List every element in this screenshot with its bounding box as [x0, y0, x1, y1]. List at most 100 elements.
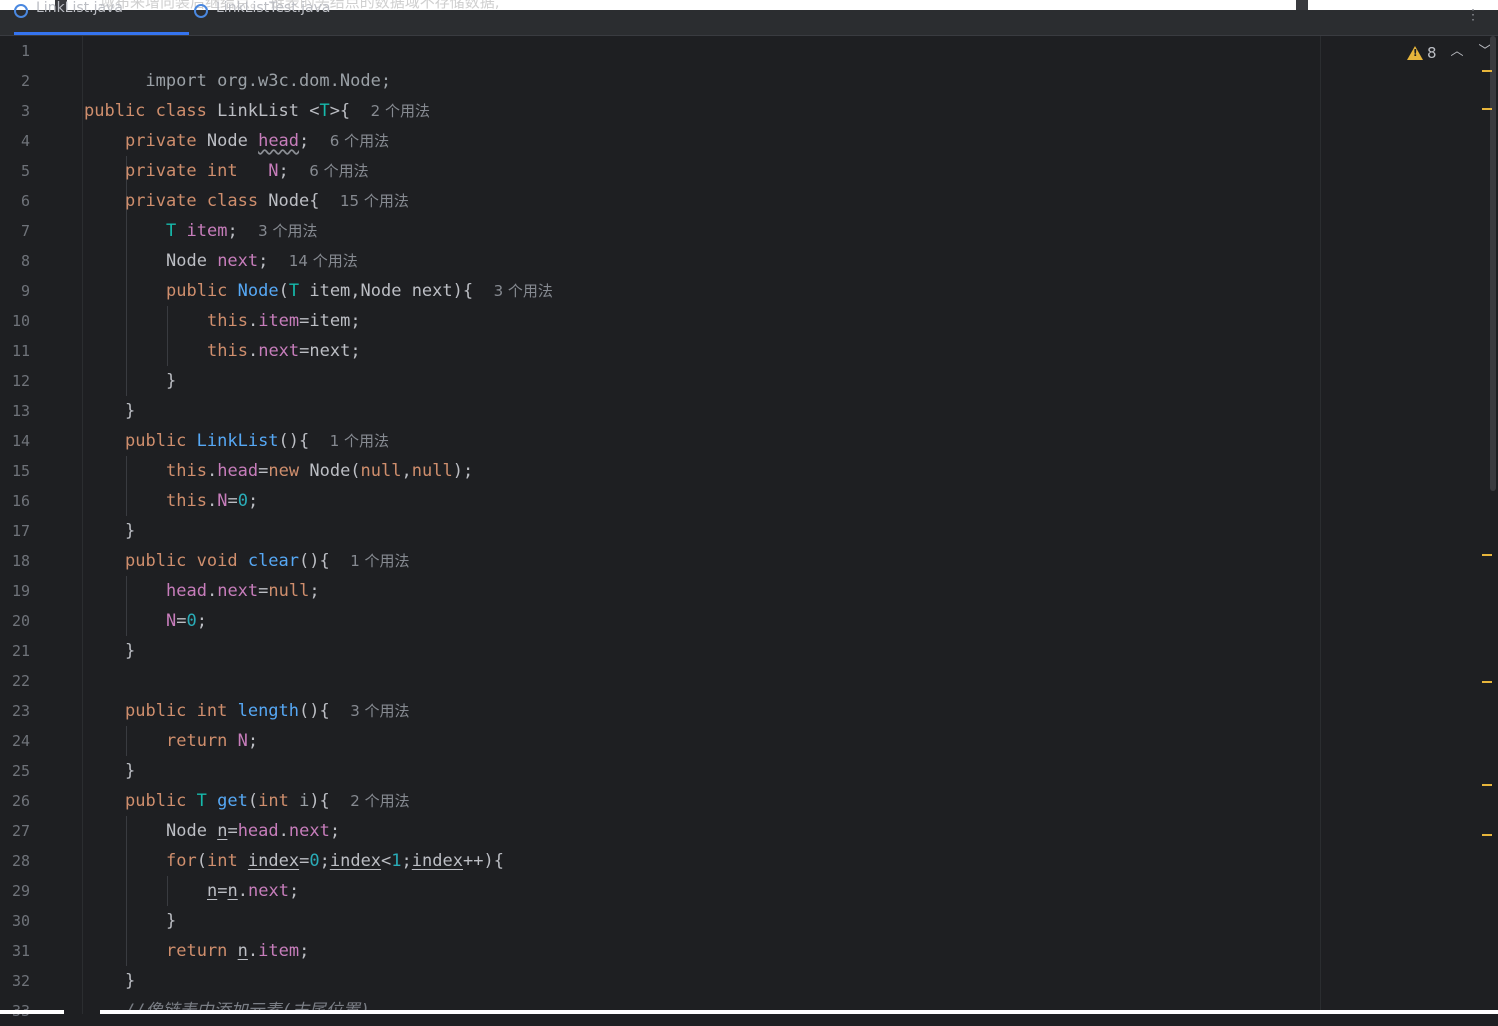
warning-marker[interactable]: [1482, 681, 1492, 683]
warning-count: 8: [1427, 44, 1437, 62]
tab-label: LinkListTest.java: [216, 0, 331, 16]
line-number: 11: [11, 342, 30, 360]
line-number: 23: [11, 702, 30, 720]
line-number: 31: [11, 942, 30, 960]
code-line-4: private Node head; 6 个用法: [125, 131, 390, 151]
line-number: 7: [20, 222, 30, 240]
code-line-13: }: [125, 401, 136, 421]
tab-label: LinkList.java: [36, 0, 123, 16]
line-number: 18: [11, 552, 30, 570]
usage-hint[interactable]: 1 个用法: [330, 432, 389, 450]
line-number: 14: [11, 432, 30, 450]
inspection-widget[interactable]: 8: [1407, 44, 1437, 62]
code-line-26: public T get(int i){ 2 个用法: [125, 791, 410, 811]
code-line-5: private int N; 6 个用法: [125, 161, 369, 181]
java-class-icon: [14, 4, 28, 18]
code-line-21: }: [125, 641, 136, 661]
editor-tab-bar: LinkList.java LinkListTest.java ⋮: [0, 0, 1498, 36]
line-number: 10: [11, 312, 30, 330]
line-number: 30: [11, 912, 30, 930]
line-number: 3: [20, 102, 30, 120]
line-number: 19: [11, 582, 30, 600]
line-number: 1: [20, 42, 30, 60]
usage-hint[interactable]: 14 个用法: [289, 252, 358, 270]
warning-marker[interactable]: [1482, 108, 1492, 110]
warning-marker[interactable]: [1482, 784, 1492, 786]
code-line-10: this.item=item;: [207, 311, 361, 331]
code-line-19: head.next=null;: [166, 581, 320, 601]
line-number: 25: [11, 762, 30, 780]
code-line-11: this.next=next;: [207, 341, 361, 361]
usage-hint[interactable]: 6 个用法: [309, 162, 368, 180]
code-line-7: T item; 3 个用法: [166, 221, 318, 241]
more-options-icon[interactable]: ⋮: [1466, 8, 1480, 22]
code-line-25: }: [125, 761, 136, 781]
code-line-30: }: [166, 911, 177, 931]
line-number: 26: [11, 792, 30, 810]
code-line-1: import org.w3c.dom.Node;: [145, 71, 392, 91]
line-number: 13: [11, 402, 30, 420]
usage-hint[interactable]: 3 个用法: [350, 702, 409, 720]
line-number: 5: [20, 162, 30, 180]
code-line-31: return n.item;: [166, 941, 310, 961]
line-number-gutter: 1 2 3 4 5 6 7 8 9 10 11 12 13 14 15 16 1…: [0, 36, 83, 1020]
warning-marker[interactable]: [1482, 70, 1492, 72]
code-area[interactable]: import org.w3c.dom.Node; public class Li…: [84, 36, 1320, 1014]
code-line-16: this.N=0;: [166, 491, 259, 511]
code-line-14: public LinkList(){ 1 个用法: [125, 431, 390, 451]
line-number: 6: [20, 192, 30, 210]
usage-hint[interactable]: 15 个用法: [340, 192, 409, 210]
editor-right-margin: 8 ︿ ﹀: [1320, 36, 1498, 1014]
indent-guide: [126, 456, 127, 516]
warning-marker[interactable]: [1482, 834, 1492, 836]
code-line-29: n=n.next;: [207, 881, 300, 901]
code-line-27: Node n=head.next;: [166, 821, 341, 841]
indent-guide: [126, 576, 127, 636]
code-line-9: public Node(T item,Node next){ 3 个用法: [166, 281, 553, 301]
chevron-up-icon[interactable]: ︿: [1449, 44, 1465, 60]
bottom-screenshot-edge: [100, 1010, 1498, 1014]
code-line-17: }: [125, 521, 136, 541]
code-editor[interactable]: 1 2 3 4 5 6 7 8 9 10 11 12 13 14 15 16 1…: [0, 36, 1498, 1020]
line-number: 2: [20, 72, 30, 90]
code-line-18: public void clear(){ 1 个用法: [125, 551, 410, 571]
indent-guide: [126, 816, 127, 966]
line-number: 24: [11, 732, 30, 750]
indent-guide: [167, 306, 168, 366]
line-number: 28: [11, 852, 30, 870]
line-number: 15: [11, 462, 30, 480]
line-number: 4: [20, 132, 30, 150]
line-number: 16: [11, 492, 30, 510]
line-number: 32: [11, 972, 30, 990]
vertical-scrollbar[interactable]: [1490, 36, 1496, 491]
line-number: 22: [11, 672, 30, 690]
code-line-15: this.head=new Node(null,null);: [166, 461, 474, 481]
indent-guide: [126, 726, 127, 756]
line-number: 17: [11, 522, 30, 540]
usage-hint[interactable]: 2 个用法: [350, 792, 409, 810]
code-line-28: for(int index=0;index<1;index++){: [166, 851, 504, 871]
line-number: 8: [20, 252, 30, 270]
bottom-screenshot-edge: [0, 1010, 64, 1014]
tab-linklisttest[interactable]: LinkListTest.java: [194, 0, 331, 35]
line-number: 9: [20, 282, 30, 300]
usage-hint[interactable]: 6 个用法: [330, 132, 389, 150]
indent-guide: [167, 876, 168, 906]
line-number: 12: [11, 372, 30, 390]
tab-linklist[interactable]: LinkList.java: [14, 0, 189, 35]
code-line-6: private class Node{ 15 个用法: [125, 191, 409, 211]
usage-hint[interactable]: 3 个用法: [258, 222, 317, 240]
java-class-icon: [194, 4, 208, 18]
line-number: 21: [11, 642, 30, 660]
warning-marker[interactable]: [1482, 554, 1492, 556]
code-line-20: N=0;: [166, 611, 207, 631]
code-line-3: public class LinkList <T>{ 2 个用法: [84, 101, 430, 121]
usage-hint[interactable]: 3 个用法: [494, 282, 553, 300]
usage-hint[interactable]: 1 个用法: [350, 552, 409, 570]
code-line-12: }: [166, 371, 177, 391]
line-number: 20: [11, 612, 30, 630]
code-line-23: public int length(){ 3 个用法: [125, 701, 410, 721]
usage-hint[interactable]: 2 个用法: [371, 102, 430, 120]
line-number: 29: [11, 882, 30, 900]
code-line-8: Node next; 14 个用法: [166, 251, 358, 271]
